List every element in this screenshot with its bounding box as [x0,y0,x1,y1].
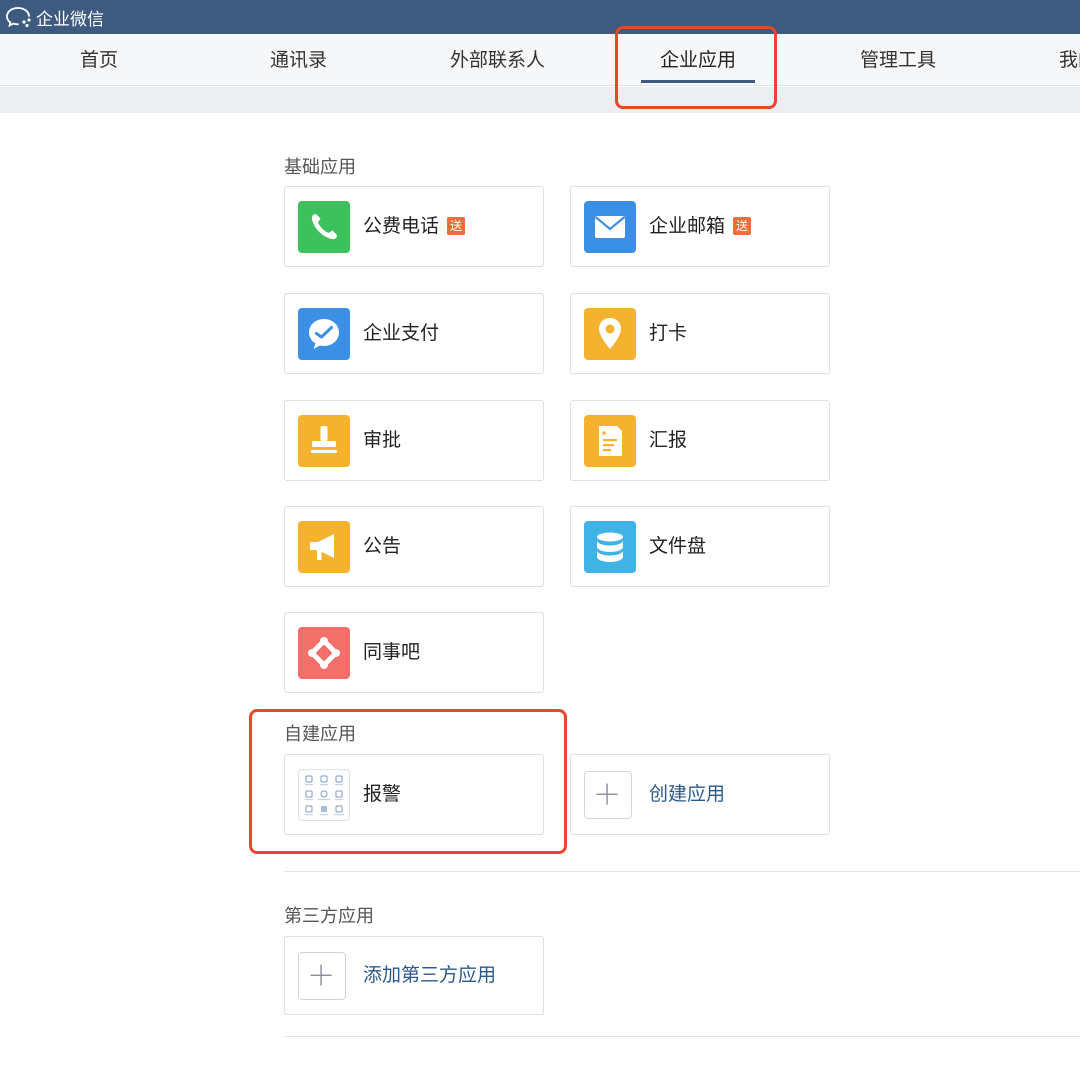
header-separator [0,87,1080,113]
app-name: 公费电话送 [363,187,466,266]
app-label-checkin: 打卡 [649,322,688,344]
tab-home[interactable]: 首页 [80,34,118,85]
window-title: 企业微信 [36,9,104,30]
app-label-notice: 公告 [363,535,402,557]
tab-contacts[interactable]: 通讯录 [270,34,327,85]
app-label-approval: 审批 [363,429,402,451]
app-label-file-drive: 文件盘 [649,535,707,557]
gift-badge: 送 [733,217,752,235]
plus-icon [298,952,346,1000]
app-card-report[interactable]: 汇报 [570,400,830,481]
mail-icon [584,201,636,253]
gift-badge: 送 [447,217,466,235]
stamp-icon [298,415,350,467]
app-label-payment: 企业支付 [363,322,440,344]
app-name: 企业邮箱送 [649,187,752,266]
app-card-approval[interactable]: 审批 [284,400,544,481]
phone-icon [298,201,350,253]
wecom-logo-icon [4,5,34,29]
network-icon [298,627,350,679]
report-icon [584,415,636,467]
section-title-basic: 基础应用 [284,157,356,178]
tab-external-contacts[interactable]: 外部联系人 [450,34,545,85]
plus-icon [584,771,632,819]
section-divider [284,871,1080,872]
database-icon [584,521,636,573]
app-card-payment[interactable]: 企业支付 [284,293,544,374]
add-third-party-app-button[interactable]: 添加第三方应用 [284,936,544,1015]
add-third-party-app-label: 添加第三方应用 [363,964,497,986]
create-app-label: 创建应用 [649,783,726,805]
section-title-third-party: 第三方应用 [284,906,374,927]
main-nav: 首页 通讯录 外部联系人 企业应用 管理工具 我的 [0,34,1080,86]
app-label-colleague-forum: 同事吧 [363,641,421,663]
highlight-enterprise-apps-tab [615,26,777,109]
app-label-phone: 公费电话 [363,215,440,237]
payment-icon [298,308,350,360]
highlight-custom-apps [249,709,567,854]
app-card-mail[interactable]: 企业邮箱送 [570,186,830,267]
window-titlebar: 企业微信 [0,0,1080,34]
create-app-button[interactable]: 创建应用 [570,754,830,835]
app-card-notice[interactable]: 公告 [284,506,544,587]
tab-mine[interactable]: 我的 [1059,34,1080,85]
app-label-report: 汇报 [649,429,688,451]
location-pin-icon [584,308,636,360]
app-label-mail: 企业邮箱 [649,215,726,237]
megaphone-icon [298,521,350,573]
app-card-phone[interactable]: 公费电话送 [284,186,544,267]
app-card-file-drive[interactable]: 文件盘 [570,506,830,587]
section-divider [284,1036,1080,1037]
tab-management-tools[interactable]: 管理工具 [860,34,936,85]
app-card-checkin[interactable]: 打卡 [570,293,830,374]
app-card-colleague-forum[interactable]: 同事吧 [284,612,544,693]
